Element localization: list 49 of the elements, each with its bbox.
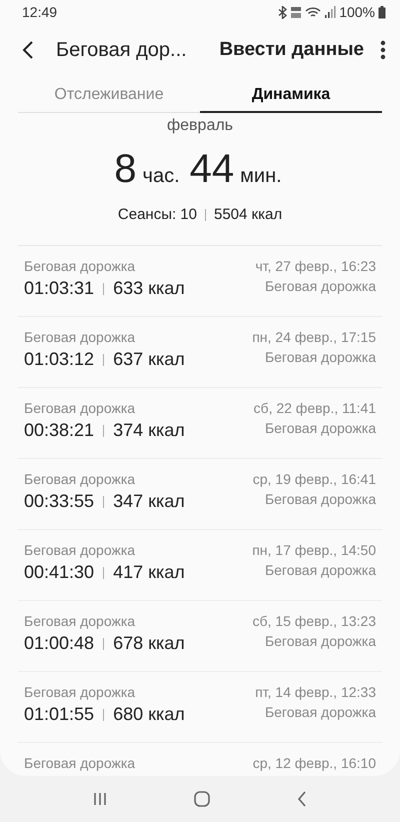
session-type: Беговая дорожка xyxy=(264,562,376,578)
enter-data-link[interactable]: Ввести данные xyxy=(219,39,364,61)
minutes-unit: мин. xyxy=(240,165,282,188)
session-type: Беговая дорожка xyxy=(264,420,376,436)
session-date: пн, 24 февр., 17:15 xyxy=(252,329,376,345)
session-date: пт, 14 февр., 12:33 xyxy=(255,684,376,700)
session-type: Беговая дорожка xyxy=(264,278,376,294)
session-duration: 00:33:55 xyxy=(24,491,94,512)
session-calories: 633 ккал xyxy=(113,278,185,299)
session-calories: 374 ккал xyxy=(113,420,185,441)
session-date: чт, 27 февр., 16:23 xyxy=(255,258,376,274)
month-label: февраль xyxy=(166,117,234,135)
session-title: Беговая дорожка xyxy=(24,400,136,416)
session-title: Беговая дорожка xyxy=(24,755,136,771)
session-title: Беговая дорожка xyxy=(24,542,136,558)
session-duration: 01:01:55 xyxy=(24,704,94,725)
hours-unit: час. xyxy=(142,165,180,188)
session-duration: 00:38:21 xyxy=(24,420,94,441)
battery-percent: 100% xyxy=(339,4,375,20)
session-type: Беговая дорожка xyxy=(264,704,376,720)
total-calories: 5504 ккал xyxy=(214,206,282,223)
screen-title: Беговая дор... xyxy=(56,38,188,62)
session-calories: 417 ккал xyxy=(113,562,185,583)
session-type: Беговая дорожка xyxy=(264,349,376,365)
session-date: ср, 19 февр., 16:41 xyxy=(252,471,376,487)
session-date: ср, 12 февр., 16:10 xyxy=(252,755,376,771)
session-type: Беговая дорожка xyxy=(264,491,376,507)
session-duration: 01:00:48 xyxy=(24,633,94,654)
session-title: Беговая дорожка xyxy=(24,471,136,487)
session-calories: 347 ккал xyxy=(113,491,185,512)
session-date: пн, 17 февр., 14:50 xyxy=(252,542,376,558)
session-title: Беговая дорожка xyxy=(24,258,136,274)
hours-value: 8 xyxy=(114,147,137,192)
session-date: сб, 15 февр., 13:23 xyxy=(252,613,376,629)
minutes-value: 44 xyxy=(190,147,234,192)
session-calories: 680 ккал xyxy=(113,704,185,725)
session-title: Беговая дорожка xyxy=(24,329,136,345)
session-calories: 637 ккал xyxy=(113,349,185,370)
session-calories: 678 ккал xyxy=(113,633,185,654)
status-time: 12:49 xyxy=(22,4,58,20)
session-title: Беговая дорожка xyxy=(24,613,136,629)
session-duration: 01:03:31 xyxy=(24,278,94,299)
session-duration: 01:03:12 xyxy=(24,349,94,370)
session-title: Беговая дорожка xyxy=(24,684,136,700)
session-date: сб, 22 февр., 11:41 xyxy=(254,400,376,416)
sessions-count: Сеансы: 10 xyxy=(118,206,197,223)
tab[interactable]: Динамика xyxy=(200,78,382,113)
session-type: Беговая дорожка xyxy=(264,633,376,649)
session-duration: 00:41:30 xyxy=(24,562,94,583)
